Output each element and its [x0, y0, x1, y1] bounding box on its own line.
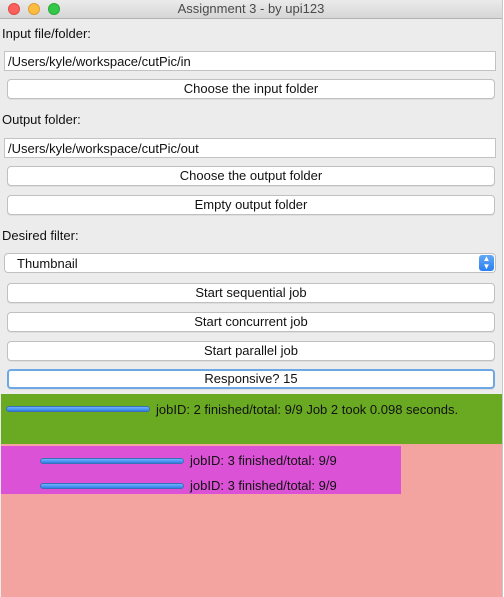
- filter-select[interactable]: Thumbnail ▲ ▼: [4, 253, 496, 273]
- start-parallel-button[interactable]: Start parallel job: [7, 341, 495, 361]
- output-path-field[interactable]: /Users/kyle/workspace/cutPic/out: [4, 138, 496, 158]
- job-progress-fill: [41, 484, 183, 488]
- job-status-text: jobID: 3 finished/total: 9/9: [190, 453, 337, 468]
- title-bar[interactable]: Assignment 3 - by upi123: [0, 0, 502, 19]
- input-label: Input file/folder:: [2, 26, 91, 41]
- job-progress-bar: [40, 483, 184, 489]
- job-status-text: jobID: 2 finished/total: 9/9 Job 2 took …: [156, 402, 459, 417]
- job-progress-fill: [41, 459, 183, 463]
- input-path-field[interactable]: /Users/kyle/workspace/cutPic/in: [4, 51, 496, 71]
- empty-output-button[interactable]: Empty output folder: [7, 195, 495, 215]
- start-sequential-button[interactable]: Start sequential job: [7, 283, 495, 303]
- job-progress-fill: [7, 407, 149, 411]
- filter-selected-value: Thumbnail: [17, 256, 78, 271]
- arrow-down-glyph: ▼: [482, 262, 491, 271]
- job-progress-bar: [40, 458, 184, 464]
- filter-label: Desired filter:: [2, 228, 79, 243]
- job-progress-bar: [6, 406, 150, 412]
- window-title: Assignment 3 - by upi123: [177, 1, 325, 16]
- job-panel-green: jobID: 2 finished/total: 9/9 Job 2 took …: [1, 394, 502, 444]
- output-label: Output folder:: [2, 112, 81, 127]
- app-window: Assignment 3 - by upi123 Input file/fold…: [0, 0, 503, 597]
- chevron-updown-icon: ▲ ▼: [479, 255, 494, 271]
- responsive-button[interactable]: Responsive? 15: [7, 369, 495, 389]
- start-concurrent-button[interactable]: Start concurrent job: [7, 312, 495, 332]
- job-status-text: jobID: 3 finished/total: 9/9: [190, 478, 337, 493]
- choose-input-button[interactable]: Choose the input folder: [7, 79, 495, 99]
- choose-output-button[interactable]: Choose the output folder: [7, 166, 495, 186]
- job-panel-magenta: jobID: 3 finished/total: 9/9 jobID: 3 fi…: [1, 446, 401, 494]
